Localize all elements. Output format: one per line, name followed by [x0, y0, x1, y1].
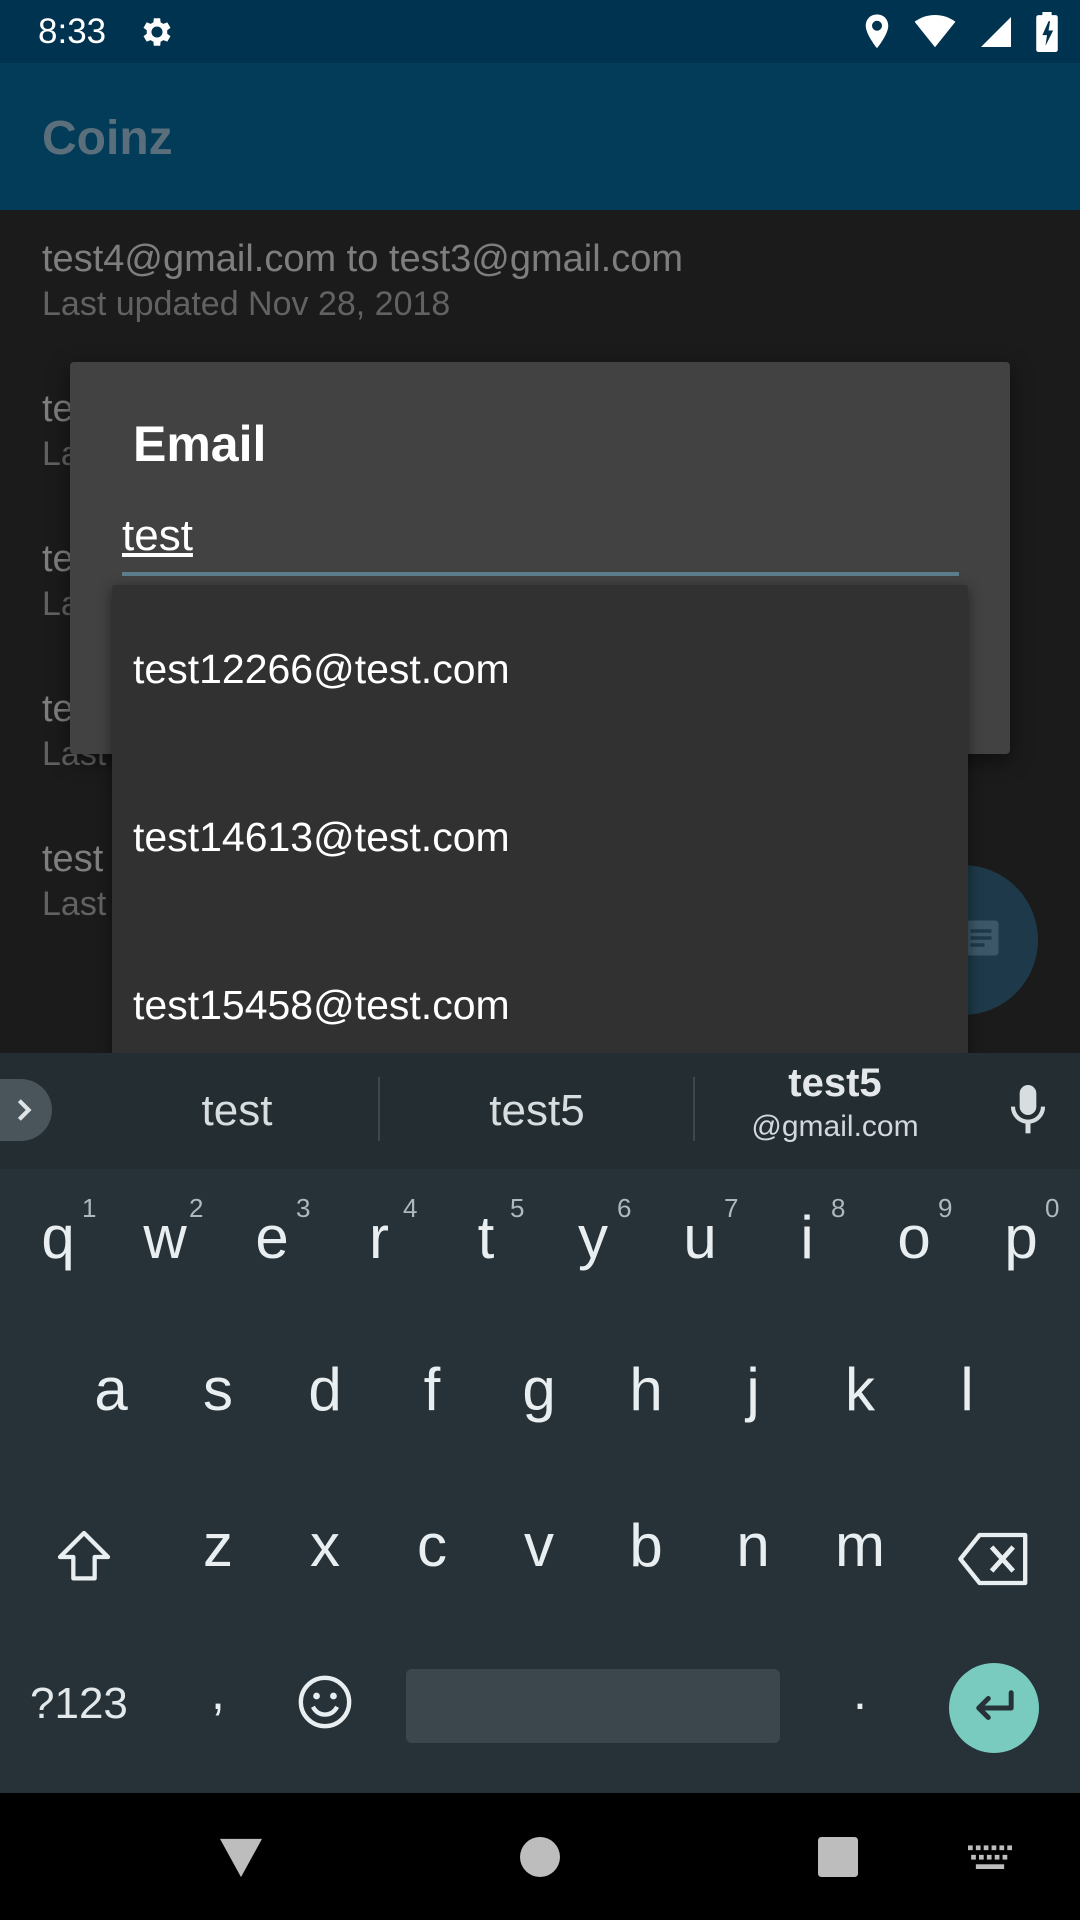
keyboard: test test5 test5 @gmail.com q w e r t y …	[0, 1053, 1080, 1793]
key-hint-7: 7	[724, 1193, 739, 1223]
suggestion-3-domain: @gmail.com	[751, 1110, 919, 1143]
expand-suggestions-button[interactable]	[0, 1079, 52, 1141]
status-icons	[862, 12, 1058, 52]
key-a[interactable]: a	[66, 1355, 156, 1424]
space-key[interactable]	[406, 1669, 780, 1743]
dialog-title: Email	[133, 416, 267, 472]
chevron-right-icon	[17, 1099, 32, 1121]
key-j[interactable]: j	[708, 1355, 798, 1424]
key-period[interactable]: .	[815, 1663, 905, 1721]
key-g[interactable]: g	[494, 1355, 584, 1424]
key-v[interactable]: v	[494, 1511, 584, 1580]
key-k[interactable]: k	[815, 1355, 905, 1424]
key-hint-5: 5	[510, 1193, 525, 1223]
suggestion-2[interactable]: test5	[417, 1086, 657, 1136]
key-h[interactable]: h	[601, 1355, 691, 1424]
key-m[interactable]: m	[815, 1511, 905, 1580]
status-time: 8:33	[38, 12, 107, 51]
app-title: Coinz	[42, 112, 173, 165]
emoji-icon[interactable]	[296, 1673, 354, 1731]
enter-icon	[976, 1690, 1014, 1721]
suggestion-3-word: test5	[788, 1061, 882, 1105]
microphone-icon[interactable]	[1008, 1083, 1048, 1137]
wifi-icon	[914, 15, 956, 48]
key-hint-2: 2	[189, 1193, 204, 1223]
recents-icon[interactable]	[818, 1837, 858, 1877]
suggestion-strip: test test5 test5 @gmail.com	[0, 1053, 1080, 1169]
suggestion-1[interactable]: test	[117, 1086, 357, 1136]
suggestion-3[interactable]: test5 @gmail.com	[715, 1061, 955, 1144]
key-s[interactable]: s	[173, 1355, 263, 1424]
battery-icon	[1036, 12, 1058, 52]
back-icon[interactable]	[218, 1837, 264, 1879]
status-bar: 8:33	[0, 0, 1080, 63]
enter-key[interactable]	[949, 1663, 1039, 1753]
key-f[interactable]: f	[387, 1355, 477, 1424]
key-b[interactable]: b	[601, 1511, 691, 1580]
key-hint-6: 6	[617, 1193, 632, 1223]
email-input[interactable]	[122, 510, 959, 576]
key-x[interactable]: x	[280, 1511, 370, 1580]
backspace-icon[interactable]	[958, 1531, 1030, 1587]
key-hint-8: 8	[831, 1193, 846, 1223]
suggestion-divider	[378, 1077, 380, 1141]
list-item[interactable]: test4@gmail.com to test3@gmail.com Last …	[42, 238, 683, 324]
key-hint-9: 9	[938, 1193, 953, 1223]
navigation-bar	[0, 1793, 1080, 1920]
list-item-title: test4@gmail.com to test3@gmail.com	[42, 238, 684, 280]
app-bar: Coinz	[0, 63, 1080, 210]
home-icon[interactable]	[520, 1837, 560, 1877]
list-item[interactable]: test Last	[42, 838, 106, 924]
autocomplete-option[interactable]: test12266@test.com	[112, 585, 968, 753]
key-n[interactable]: n	[708, 1511, 798, 1580]
key-comma[interactable]: ,	[173, 1663, 263, 1721]
location-icon	[865, 14, 889, 49]
shift-icon[interactable]	[52, 1525, 116, 1589]
list-item-subtitle: Last	[42, 885, 107, 923]
autocomplete-dropdown: test12266@test.com test14613@test.com te…	[112, 585, 968, 1055]
key-l[interactable]: l	[922, 1355, 1012, 1424]
key-d[interactable]: d	[280, 1355, 370, 1424]
key-hint-4: 4	[403, 1193, 418, 1223]
autocomplete-option[interactable]: test15458@test.com	[112, 921, 968, 1055]
signal-icon	[981, 17, 1011, 47]
key-hint-0: 0	[1045, 1193, 1060, 1223]
suggestion-divider	[693, 1077, 695, 1141]
list-item-subtitle: Last updated Nov 28, 2018	[42, 285, 451, 323]
key-c[interactable]: c	[387, 1511, 477, 1580]
keyboard-icon[interactable]	[968, 1845, 1012, 1871]
key-hint-1: 1	[82, 1193, 97, 1223]
autocomplete-option[interactable]: test14613@test.com	[112, 753, 968, 921]
key-hint-3: 3	[296, 1193, 311, 1223]
symbols-key[interactable]: ?123	[30, 1679, 128, 1729]
settings-icon	[143, 18, 171, 46]
list-item-title: test	[42, 838, 104, 880]
key-z[interactable]: z	[173, 1511, 263, 1580]
